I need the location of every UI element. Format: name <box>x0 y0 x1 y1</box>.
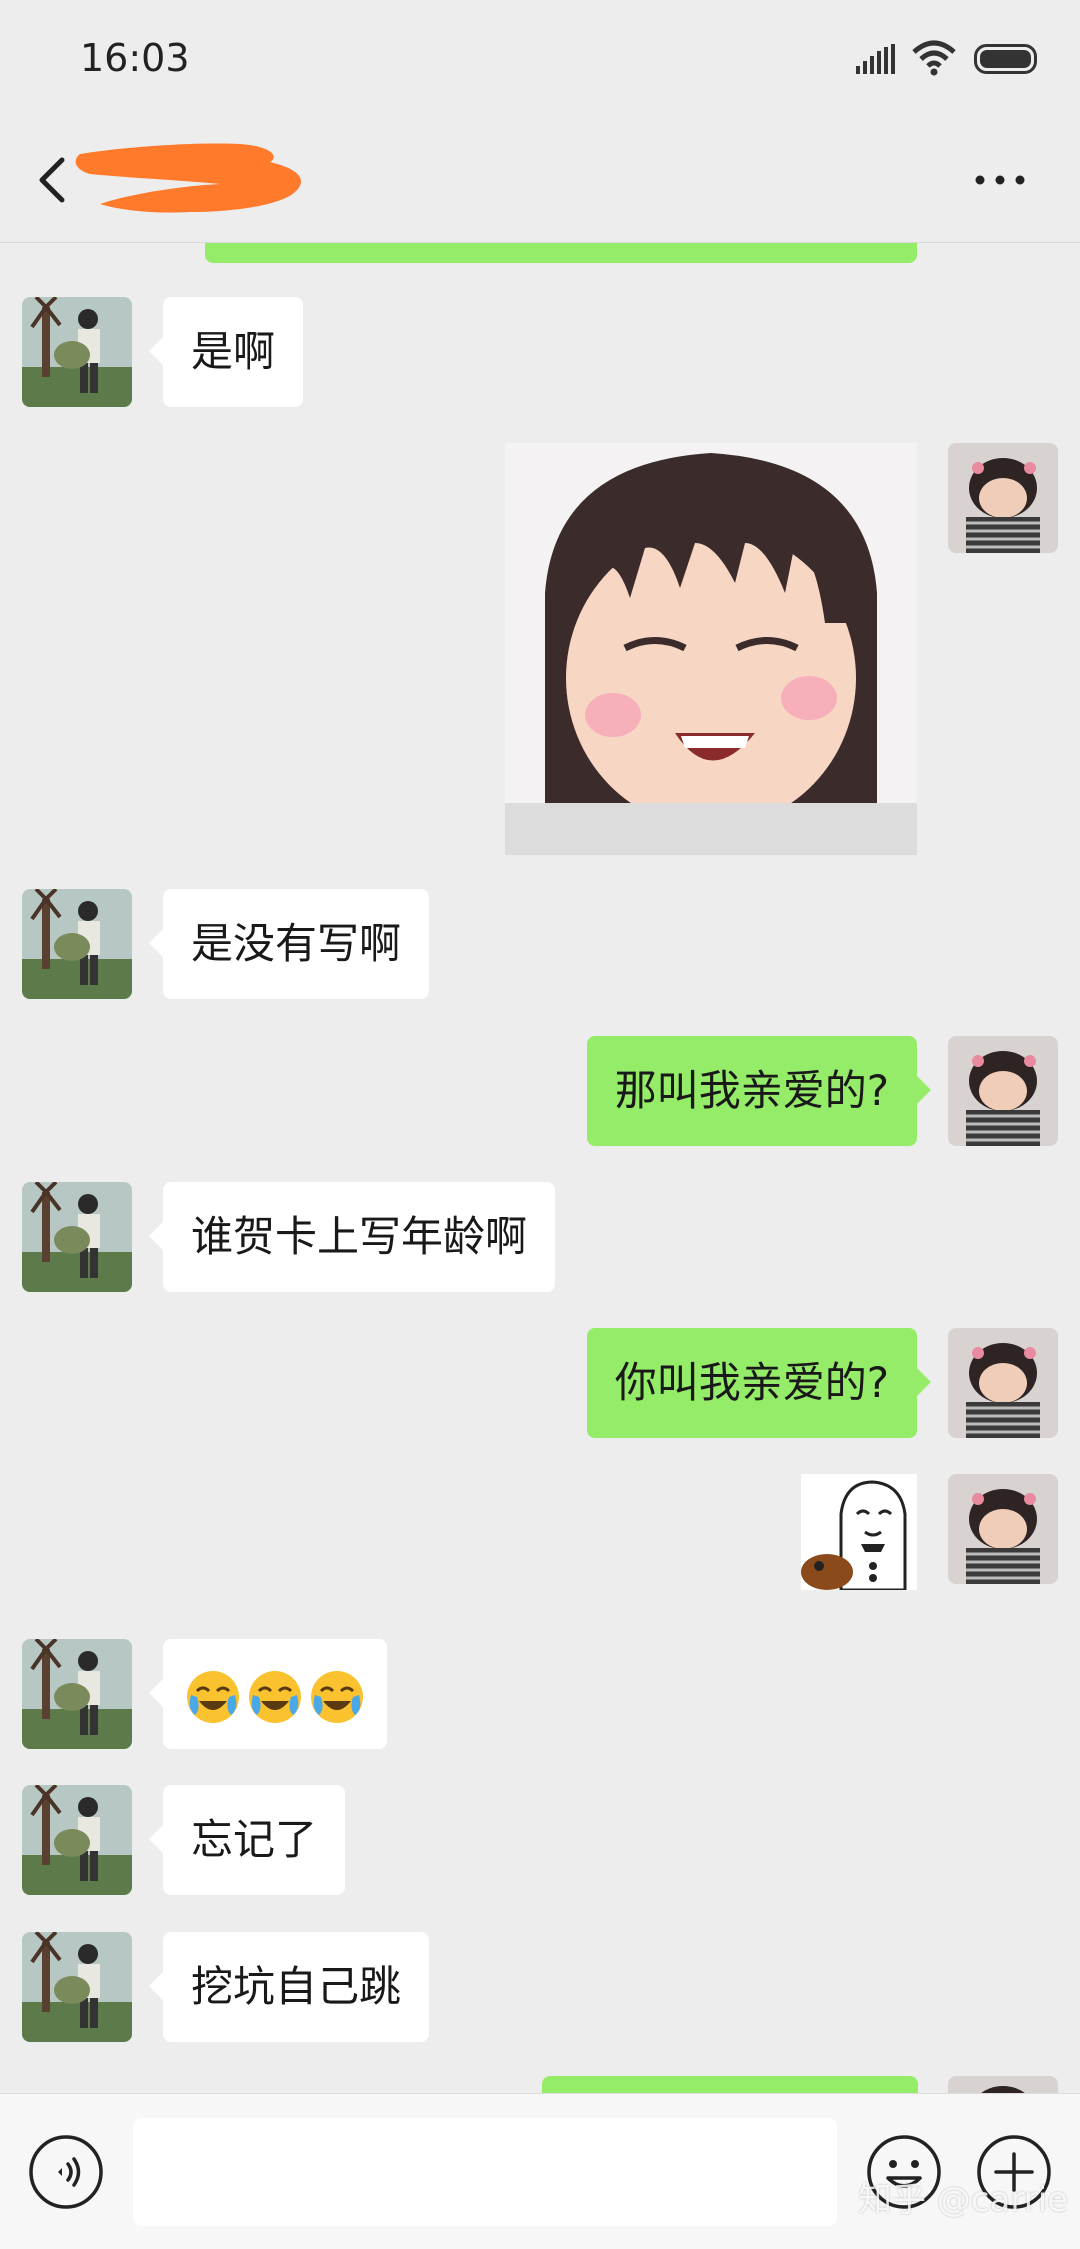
battery-icon <box>974 44 1037 74</box>
incoming-message-bubble[interactable]: 是没有写啊 <box>148 889 430 999</box>
chat-header <box>0 120 1080 243</box>
incoming-message-bubble[interactable]: 谁贺卡上写年龄啊 <box>148 1182 556 1292</box>
crying-laughing-emoji-icon <box>249 1670 301 1723</box>
zhihu-watermark: 知乎 @carrie <box>858 2180 1069 2220</box>
contact-avatar[interactable] <box>22 1182 132 1292</box>
my-avatar[interactable] <box>948 1328 1058 1438</box>
contact-avatar[interactable] <box>22 1639 132 1749</box>
crying-laughing-emoji-icon <box>311 1670 363 1723</box>
outgoing-message-bubble[interactable]: 你叫我亲爱的? <box>586 1328 932 1438</box>
status-time: 16:03 <box>80 36 190 80</box>
message-input[interactable] <box>133 2118 837 2226</box>
crying-laughing-emoji-icon <box>187 1670 239 1723</box>
outgoing-message-bubble[interactable]: 那叫我亲爱的? <box>586 1036 932 1146</box>
partial-outgoing-bubble <box>542 2076 918 2093</box>
partial-outgoing-bubble <box>205 243 917 263</box>
my-avatar[interactable] <box>948 443 1058 553</box>
contact-avatar[interactable] <box>22 1785 132 1895</box>
contact-avatar[interactable] <box>22 1932 132 2042</box>
redacted-contact-name <box>75 143 301 213</box>
chat-input-bar <box>0 2093 1080 2249</box>
contact-avatar[interactable] <box>22 297 132 407</box>
my-avatar[interactable] <box>948 1474 1058 1584</box>
contact-avatar[interactable] <box>22 889 132 999</box>
wifi-icon <box>912 40 956 76</box>
voice-input-icon[interactable] <box>28 2134 104 2210</box>
my-avatar[interactable] <box>948 1036 1058 1146</box>
incoming-message-bubble[interactable]: 忘记了 <box>148 1785 346 1895</box>
panda-meme-sticker[interactable] <box>801 1474 917 1590</box>
incoming-message-bubble[interactable]: 挖坑自己跳 <box>148 1932 430 2042</box>
smiling-girl-sticker[interactable] <box>505 443 917 855</box>
my-avatar-partial <box>948 2076 1058 2093</box>
incoming-message-bubble[interactable]: 是啊 <box>148 297 304 407</box>
incoming-emoji-bubble[interactable] <box>149 1639 387 1749</box>
more-options-icon[interactable] <box>970 160 1030 200</box>
signal-icon <box>856 44 895 74</box>
status-bar: 16:03 <box>0 0 1080 120</box>
message-list[interactable]: 是啊 是没有写啊 那叫我亲爱的? 谁贺卡上写年龄啊 你叫我亲爱的? 忘记了 挖坑… <box>0 243 1080 2093</box>
